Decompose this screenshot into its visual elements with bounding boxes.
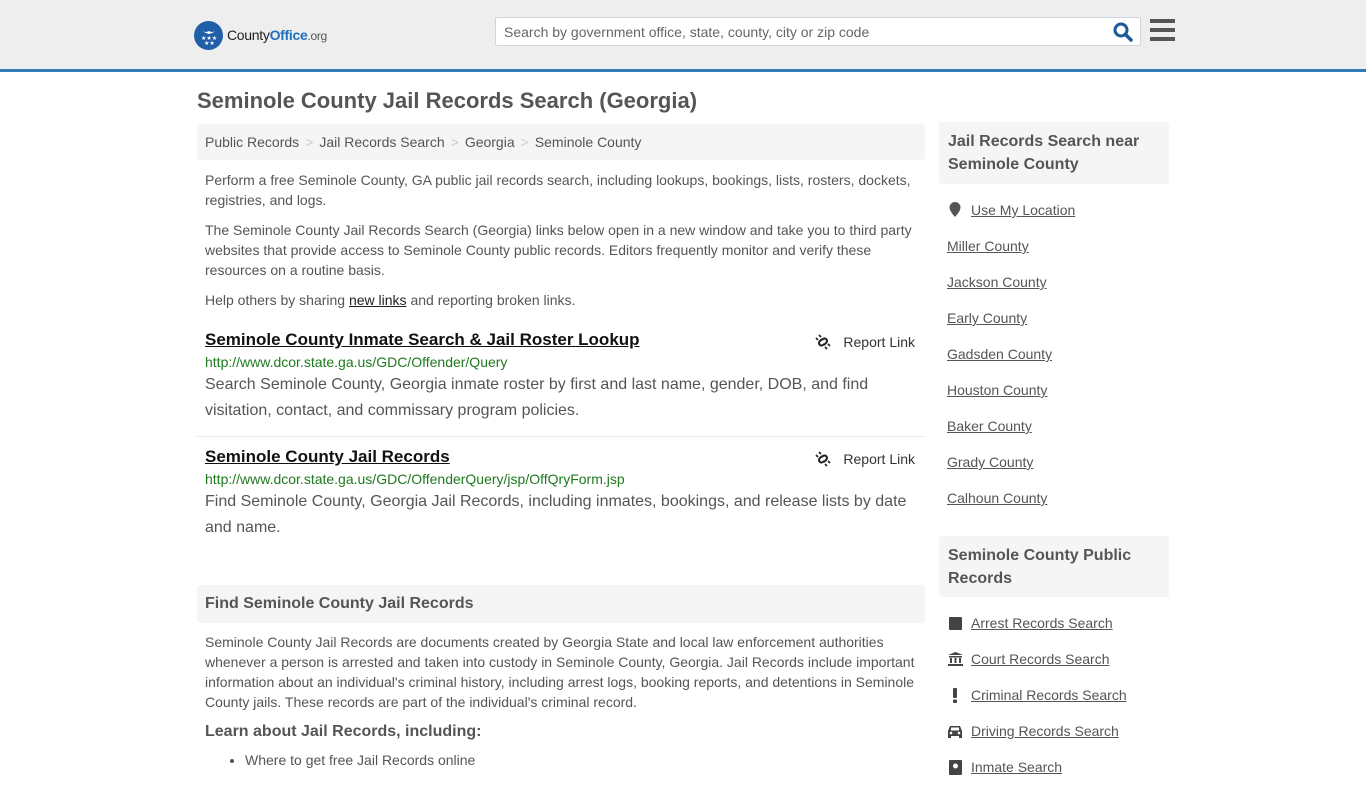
menu-bar — [1150, 19, 1175, 23]
breadcrumb-georgia[interactable]: Georgia — [465, 134, 515, 150]
learn-heading: Learn about Jail Records, including: — [205, 723, 482, 740]
nearby-county-link[interactable]: Baker County — [947, 418, 1169, 454]
nearby-county-link[interactable]: Calhoun County — [947, 490, 1169, 526]
result-item: Seminole County Jail Records Report Link… — [197, 447, 925, 541]
new-links-link[interactable]: new links — [349, 292, 407, 308]
criminal-records-link[interactable]: Criminal Records Search — [947, 687, 1169, 723]
intro-text: Perform a free Seminole County, GA publi… — [205, 170, 920, 320]
driving-records-link[interactable]: Driving Records Search — [947, 723, 1169, 759]
breadcrumb-separator: > — [520, 134, 529, 150]
breadcrumb-separator: > — [305, 134, 314, 150]
nearby-county-link[interactable]: Gadsden County — [947, 346, 1169, 382]
inmate-icon — [947, 759, 963, 775]
result-title-link[interactable]: Seminole County Inmate Search & Jail Ros… — [205, 330, 640, 349]
result-url[interactable]: http://www.dcor.state.ga.us/GDC/Offender… — [205, 471, 917, 487]
nearby-county-link[interactable]: Miller County — [947, 238, 1169, 274]
site-logo[interactable]: ★★★ ★★ CountyOffice.org — [194, 20, 327, 50]
nearby-county-link[interactable]: Early County — [947, 310, 1169, 346]
find-section-heading: Find Seminole County Jail Records — [197, 585, 925, 623]
intro-paragraph-3: Help others by sharing new links and rep… — [205, 292, 576, 308]
site-header: ★★★ ★★ CountyOffice.org — [0, 0, 1366, 72]
breadcrumb-separator: > — [450, 134, 459, 150]
result-description: Find Seminole County, Georgia Jail Recor… — [205, 493, 907, 536]
learn-list: Where to get free Jail Records online — [245, 752, 475, 768]
arrest-records-link[interactable]: Arrest Records Search — [947, 615, 1169, 651]
site-search — [495, 17, 1141, 46]
logo-wordmark: CountyOffice.org — [227, 27, 327, 43]
hamburger-menu-icon[interactable] — [1150, 19, 1175, 41]
page-title: Seminole County Jail Records Search (Geo… — [197, 88, 698, 113]
map-marker-icon — [947, 202, 963, 218]
broken-link-icon — [815, 451, 831, 467]
exclamation-icon — [947, 687, 963, 703]
intro-paragraph-1: Perform a free Seminole County, GA publi… — [205, 172, 911, 208]
result-description: Search Seminole County, Georgia inmate r… — [205, 376, 869, 419]
search-icon[interactable] — [1112, 21, 1134, 43]
learn-list-item: Where to get free Jail Records online — [245, 752, 475, 768]
result-divider — [197, 436, 925, 437]
broken-link-icon — [815, 334, 831, 350]
nearby-county-link[interactable]: Jackson County — [947, 274, 1169, 310]
public-records-list: Arrest Records Search Court Records Sear… — [947, 615, 1169, 795]
nearby-list: Use My Location Miller County Jackson Co… — [947, 202, 1169, 526]
result-url[interactable]: http://www.dcor.state.ga.us/GDC/Offender… — [205, 354, 917, 370]
menu-bar — [1150, 37, 1175, 41]
breadcrumb: Public Records > Jail Records Search > Georg… — [197, 124, 925, 160]
courthouse-icon — [947, 651, 963, 667]
court-records-link[interactable]: Court Records Search — [947, 651, 1169, 687]
intro-paragraph-2: The Seminole County Jail Records Search … — [205, 222, 912, 278]
report-link-button[interactable]: Report Link — [815, 451, 915, 467]
breadcrumb-public-records[interactable]: Public Records — [205, 134, 299, 150]
nearby-heading: Jail Records Search near Seminole County — [939, 122, 1169, 184]
car-icon — [947, 723, 963, 739]
public-records-heading: Seminole County Public Records — [939, 536, 1169, 597]
eagle-stars-logo-icon: ★★★ ★★ — [194, 20, 223, 50]
result-title-link[interactable]: Seminole County Jail Records — [205, 447, 450, 466]
result-item: Seminole County Inmate Search & Jail Ros… — [197, 330, 925, 424]
inmate-search-link[interactable]: Inmate Search — [947, 759, 1169, 795]
search-input[interactable] — [496, 18, 1096, 45]
menu-bar — [1150, 28, 1175, 32]
nearby-county-link[interactable]: Grady County — [947, 454, 1169, 490]
breadcrumb-seminole-county[interactable]: Seminole County — [535, 134, 642, 150]
use-my-location-link[interactable]: Use My Location — [947, 202, 1169, 238]
breadcrumb-jail-records-search[interactable]: Jail Records Search — [319, 134, 444, 150]
find-section-body: Seminole County Jail Records are documen… — [205, 634, 915, 710]
nearby-county-link[interactable]: Houston County — [947, 382, 1169, 418]
report-link-button[interactable]: Report Link — [815, 334, 915, 350]
svg-text:★★: ★★ — [204, 40, 215, 45]
square-icon — [947, 615, 963, 631]
